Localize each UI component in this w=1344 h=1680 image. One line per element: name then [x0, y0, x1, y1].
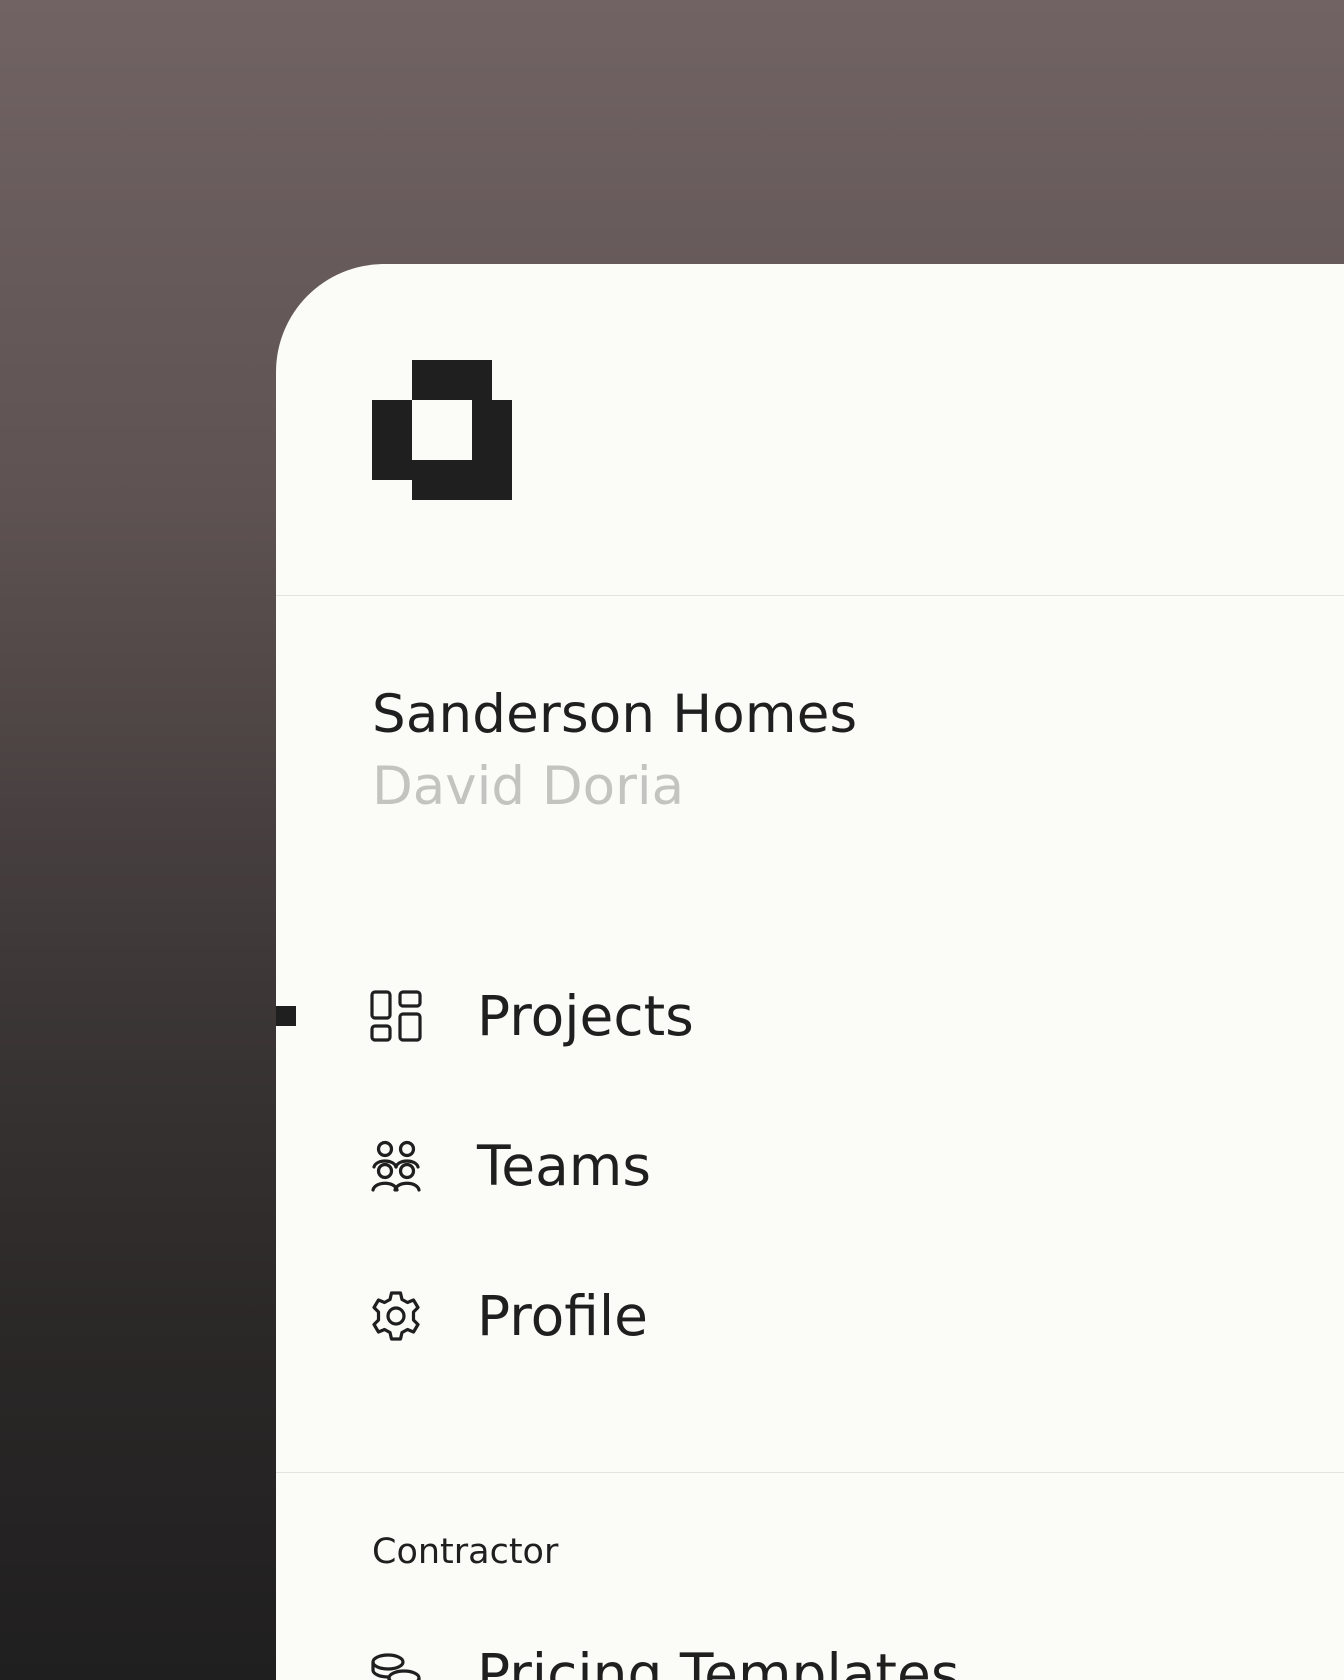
users-group-icon [371, 1140, 421, 1192]
nav-item-projects[interactable]: Projects [276, 976, 1176, 1056]
organization-block[interactable]: Sanderson Homes David Doria [372, 679, 1272, 823]
nav-item-label: Projects [477, 984, 694, 1048]
header-divider [276, 595, 1344, 596]
active-indicator [276, 1006, 296, 1026]
section-divider [276, 1472, 1344, 1473]
user-name: David Doria [372, 756, 685, 817]
gear-icon [372, 1291, 420, 1341]
coins-stack-icon [371, 1653, 421, 1680]
nav-item-pricing-templates[interactable]: Pricing Templates [276, 1634, 1176, 1680]
nav-item-teams[interactable]: Teams [276, 1126, 1176, 1206]
nav-item-label: Teams [477, 1134, 652, 1198]
nav-item-profile[interactable]: Profile [276, 1276, 1176, 1356]
app-logo-icon[interactable] [372, 360, 512, 500]
nav-item-label: Pricing Templates [477, 1642, 960, 1680]
sidebar-panel: Sanderson Homes David Doria Projects Tea… [276, 264, 1344, 1680]
section-label-contractor: Contractor [372, 1532, 559, 1572]
organization-name: Sanderson Homes [372, 684, 858, 745]
nav-item-label: Profile [477, 1284, 649, 1348]
dashboard-grid-icon [370, 990, 422, 1042]
